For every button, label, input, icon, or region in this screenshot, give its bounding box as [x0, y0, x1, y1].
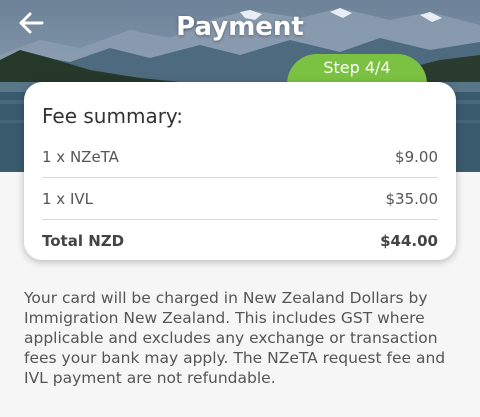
- fee-label: 1 x IVL: [42, 189, 93, 208]
- payment-notice: Your card will be charged in New Zealand…: [24, 289, 446, 387]
- fee-row: 1 x IVL $35.00: [42, 178, 438, 220]
- fee-summary-title: Fee summary:: [42, 104, 184, 128]
- fee-row: 1 x NZeTA $9.00: [42, 136, 438, 178]
- total-row: Total NZD $44.00: [42, 220, 438, 262]
- fee-amount: $9.00: [395, 147, 438, 166]
- total-label: Total NZD: [42, 232, 125, 250]
- fee-label: 1 x NZeTA: [42, 147, 119, 166]
- fee-summary-card: Fee summary: 1 x NZeTA $9.00 1 x IVL $35…: [24, 82, 456, 260]
- fee-amount: $35.00: [385, 189, 439, 208]
- total-amount: $44.00: [380, 232, 438, 250]
- page-title: Payment: [176, 12, 304, 42]
